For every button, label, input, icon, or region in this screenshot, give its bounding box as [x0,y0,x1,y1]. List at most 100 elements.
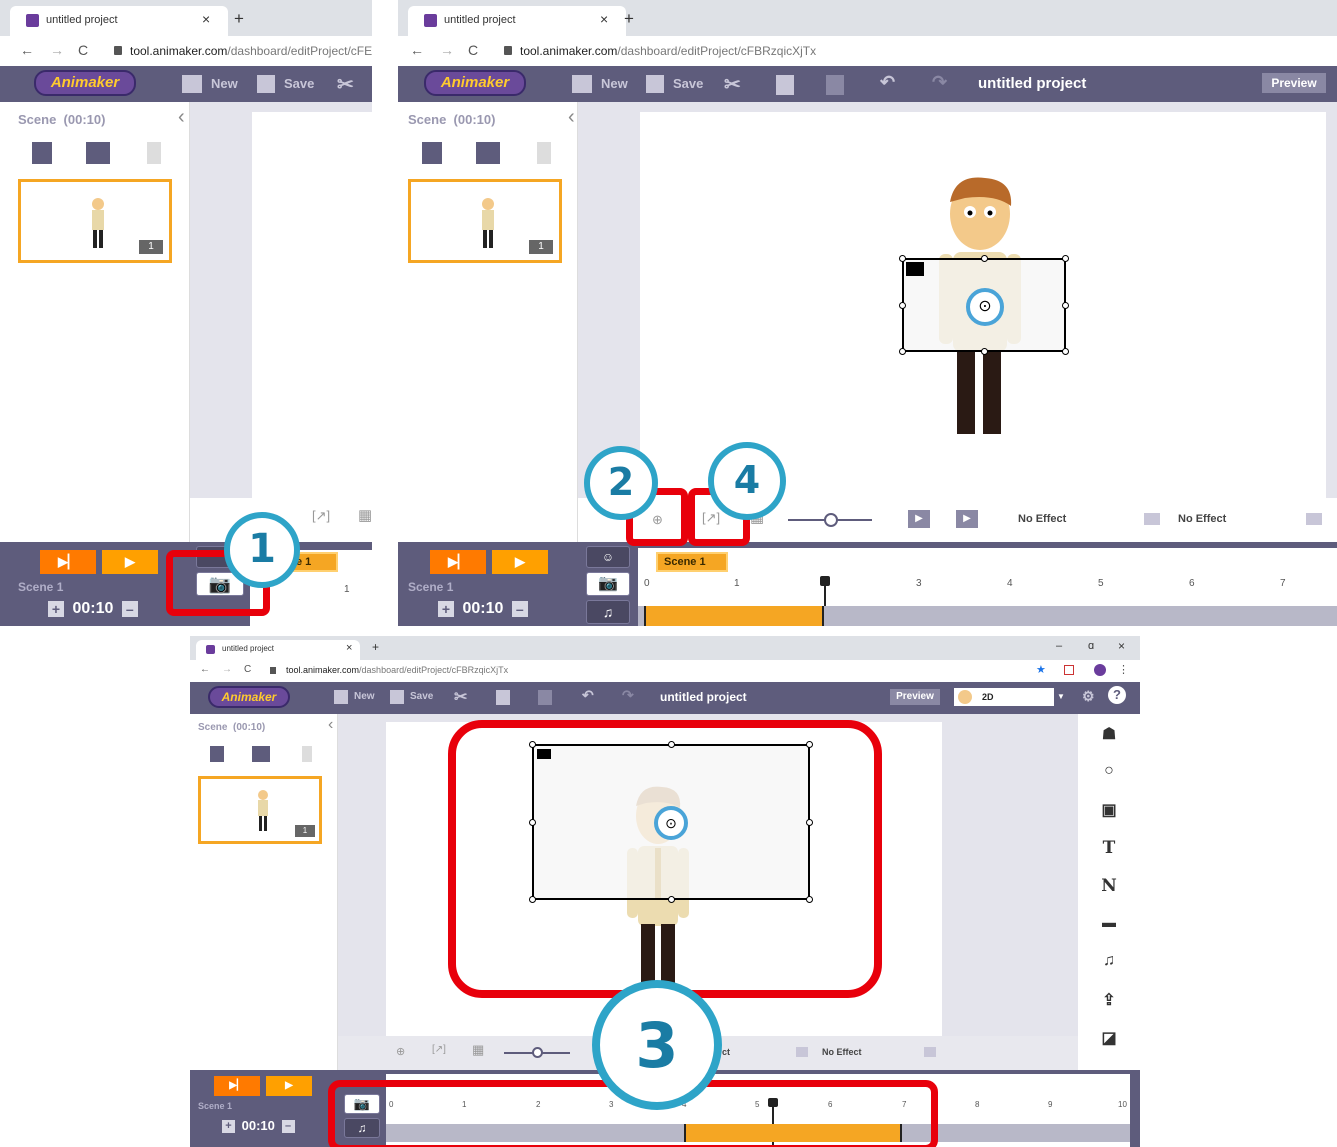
play-from-start-small-icon[interactable]: ▶ [908,510,930,528]
delete-scene-icon[interactable] [302,746,312,762]
playhead-handle-icon[interactable] [820,576,830,586]
bookmark-star-icon[interactable]: ★ [1036,663,1046,676]
settings-gear-icon[interactable]: ⚙ [1082,688,1095,705]
save-button[interactable]: Save [410,691,433,702]
zoom-slider-knob[interactable] [532,1047,543,1058]
reload-icon[interactable]: C [468,42,478,58]
duplicate-scene-icon[interactable] [252,746,270,762]
delete-scene-icon[interactable] [147,142,161,164]
play-from-start-button[interactable]: ▶︎▏ [214,1076,260,1096]
menu-dots-icon[interactable]: ⋮ [1118,663,1129,676]
new-button[interactable]: New [601,76,628,91]
resize-handle[interactable] [1062,255,1069,262]
resize-handle[interactable] [981,348,988,355]
zoom-slider[interactable] [504,1047,570,1058]
music-icon[interactable]: ♫ [1078,952,1140,970]
effect-1-label[interactable]: No Effect [1018,513,1066,525]
collapse-icon[interactable]: ‹ [178,106,185,129]
duration-minus-button[interactable]: – [281,1120,295,1134]
browser-tab[interactable]: untitled project × [408,6,626,36]
minimize-button[interactable]: – [1056,640,1062,652]
effect-1-toggle-icon[interactable] [1144,513,1160,525]
profile-icon[interactable] [1094,664,1106,676]
window-close-button[interactable]: × [1118,639,1125,653]
maximize-button[interactable]: ɑ [1088,640,1094,652]
url-field[interactable]: tool.animaker.com/dashboard/editProject/… [520,44,816,58]
help-icon[interactable]: ? [1108,686,1126,704]
new-tab-button[interactable]: + [624,9,634,29]
delete-scene-icon[interactable] [537,142,551,164]
resize-handle[interactable] [981,255,988,262]
browser-tab[interactable]: untitled project × [196,640,360,660]
effect-2-label[interactable]: No Effect [822,1047,862,1057]
browser-tab[interactable]: untitled project × [10,6,228,36]
camera-focus-icon[interactable]: ⊙ [966,288,1004,326]
tab-close-icon[interactable]: × [600,11,608,27]
save-button[interactable]: Save [284,76,314,91]
bulb-icon[interactable]: ○ [1078,762,1140,780]
url-field[interactable]: tool.animaker.com/dashboard/editProject/… [130,44,372,58]
stage-canvas[interactable] [252,112,372,498]
project-title[interactable]: untitled project [660,690,747,704]
play-small-icon[interactable]: ▶ [956,510,978,528]
play-button[interactable]: ▶ [492,550,548,574]
play-from-start-button[interactable]: ▶︎▏ [430,550,486,574]
character-track-button[interactable]: ☺ [586,546,630,568]
save-button[interactable]: Save [673,76,703,91]
effect-2-toggle-icon[interactable] [924,1047,936,1057]
camera-frame[interactable]: ⊙ [899,255,1069,355]
mode-select[interactable]: 2D ▼ [954,688,1068,706]
zoom-slider[interactable] [788,513,872,527]
character-icon[interactable]: ☗ [1078,724,1140,744]
resize-handle[interactable] [1062,302,1069,309]
n-icon[interactable]: N [1078,876,1140,896]
forward-icon[interactable]: → [222,664,232,675]
new-tab-button[interactable]: + [234,9,244,29]
scene-thumbnail[interactable]: 1 [18,179,172,263]
fit-icon[interactable]: [↗] [312,508,330,524]
video-icon[interactable]: ▬ [1078,914,1140,930]
undo-icon[interactable]: ↶ [582,687,594,704]
add-scene-icon[interactable] [210,746,224,762]
paste-icon[interactable] [826,75,844,95]
center-camera-icon[interactable]: ⊕ [396,1045,405,1058]
duration-plus-button[interactable]: + [48,600,64,617]
preview-button[interactable]: Preview [1262,73,1326,93]
resize-handle[interactable] [899,255,906,262]
duplicate-scene-icon[interactable] [86,142,110,164]
collapse-icon[interactable]: ‹ [568,106,575,129]
resize-handle[interactable] [899,302,906,309]
back-icon[interactable]: ← [410,42,424,58]
new-tab-button[interactable]: + [372,640,379,654]
new-button[interactable]: New [354,691,375,702]
back-icon[interactable]: ← [200,664,210,675]
grid-icon[interactable]: ▦ [358,506,372,524]
image-icon[interactable]: ▣ [1078,800,1140,820]
zoom-slider-knob[interactable] [824,513,838,527]
scene-tab[interactable]: Scene 1 [656,552,728,572]
duration-minus-button[interactable]: – [121,600,138,617]
camera-keyframe-bar[interactable] [644,606,824,626]
music-track-button[interactable]: ♫ [586,600,630,624]
scissors-icon[interactable]: ✂ [337,72,354,97]
scene-thumbnail[interactable]: 1 [198,776,322,844]
play-button[interactable]: ▶ [102,550,158,574]
paste-icon[interactable] [538,690,552,705]
effect-1-toggle-icon[interactable] [796,1047,808,1057]
background-icon[interactable]: ◪ [1078,1028,1140,1048]
forward-icon[interactable]: → [440,42,454,58]
new-button[interactable]: New [211,76,238,91]
effect-2-label[interactable]: No Effect [1178,513,1226,525]
copy-icon[interactable] [496,690,510,705]
scene-thumbnail[interactable]: 1 [408,179,562,263]
reload-icon[interactable]: C [78,42,88,58]
redo-icon[interactable]: ↷ [622,687,634,704]
add-scene-icon[interactable] [32,142,52,164]
back-icon[interactable]: ← [20,42,34,58]
camera-track-button[interactable]: 📷 [586,572,630,596]
tab-close-icon[interactable]: × [346,642,352,654]
extension-icon[interactable] [1064,665,1074,675]
play-from-start-button[interactable]: ▶︎▏ [40,550,96,574]
copy-icon[interactable] [776,75,794,95]
duration-plus-button[interactable]: + [438,600,454,617]
